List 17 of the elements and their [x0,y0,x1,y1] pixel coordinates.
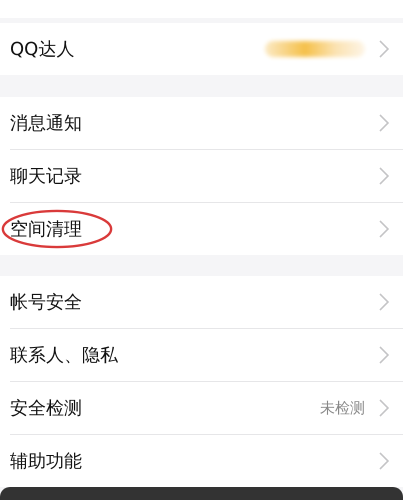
chevron-icon [379,399,389,418]
chevron-icon [379,220,389,238]
chevron-icon [379,166,389,184]
row-label: 帐号安全 [10,291,82,314]
row-label: 空间清理 [10,218,82,240]
row-value: 未检测 [320,398,365,418]
row-label: 联系人、隐私 [10,344,118,368]
chevron-icon [379,346,389,364]
row-label: 聊天记录 [10,164,82,188]
chevron-icon [379,114,389,132]
row-label: 消息通知 [10,112,82,134]
chevron-icon [379,40,389,58]
chevron-icon [379,293,389,312]
row-label: 辅助功能 [10,450,82,474]
chevron-icon [379,452,389,470]
row-label: 安全检测 [10,397,82,420]
row-label: QQ达人 [10,38,74,61]
